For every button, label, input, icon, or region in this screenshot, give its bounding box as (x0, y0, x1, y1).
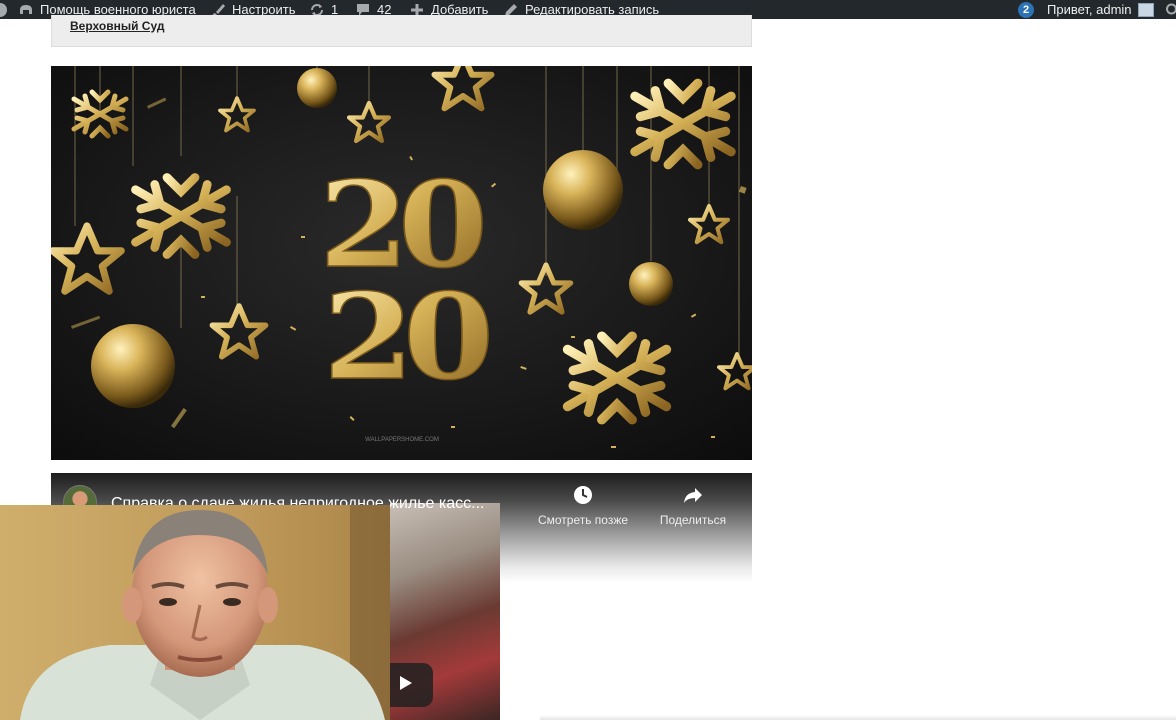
banner-graphic: 20 20 WALLPAPERSHOME.COM (51, 66, 752, 460)
new-year-banner-image: 20 20 WALLPAPERSHOME.COM (51, 66, 752, 460)
share-button[interactable]: Поделиться (638, 485, 748, 527)
wordpress-menu[interactable] (0, 0, 8, 19)
page-divider (540, 715, 1176, 720)
share-label: Поделиться (659, 513, 727, 527)
share-icon (683, 485, 703, 505)
year-bottom-digits: 20 (323, 267, 488, 406)
search-icon (1163, 2, 1176, 18)
presenter-video (0, 505, 390, 720)
notifications-link[interactable]: 2 (1018, 0, 1034, 19)
clock-icon (573, 485, 593, 505)
search-toggle[interactable] (1163, 0, 1176, 19)
avatar-icon (1137, 2, 1154, 17)
watch-later-button[interactable]: Смотреть позже (528, 485, 638, 527)
wordpress-icon (0, 2, 8, 18)
greeting-label: Привет, admin (1047, 2, 1132, 17)
notifications-badge: 2 (1018, 1, 1034, 18)
watch-later-label: Смотреть позже (537, 513, 629, 527)
webcam-overlay (0, 505, 390, 720)
play-icon (395, 673, 415, 698)
banner-watermark: WALLPAPERSHOME.COM (365, 437, 439, 443)
my-account-menu[interactable]: Привет, admin (1047, 0, 1154, 19)
breadcrumb-link[interactable]: Верховный Суд (70, 19, 164, 33)
site-home-icon (18, 2, 34, 18)
breadcrumb: Верховный Суд (51, 15, 752, 47)
